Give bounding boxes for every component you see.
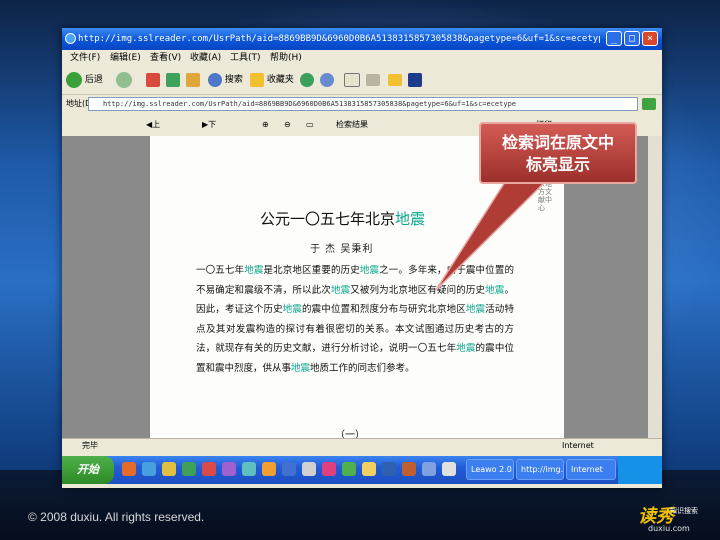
callout-pointer bbox=[435, 181, 547, 291]
annotation-callout: 检索词在原文中 标亮显示 bbox=[479, 122, 637, 184]
duxiu-logo: 读秀 知识搜索 duxiu.com bbox=[630, 500, 710, 534]
callout-line-1: 检索词在原文中 bbox=[501, 133, 614, 152]
logo-url: duxiu.com bbox=[648, 524, 690, 533]
callout-pointer-shape bbox=[435, 181, 547, 291]
logo-tagline: 知识搜索 bbox=[670, 507, 698, 515]
callout-line-2: 标亮显示 bbox=[525, 155, 590, 174]
copyright-footer: © 2008 duxiu. All rights reserved. bbox=[28, 510, 205, 524]
